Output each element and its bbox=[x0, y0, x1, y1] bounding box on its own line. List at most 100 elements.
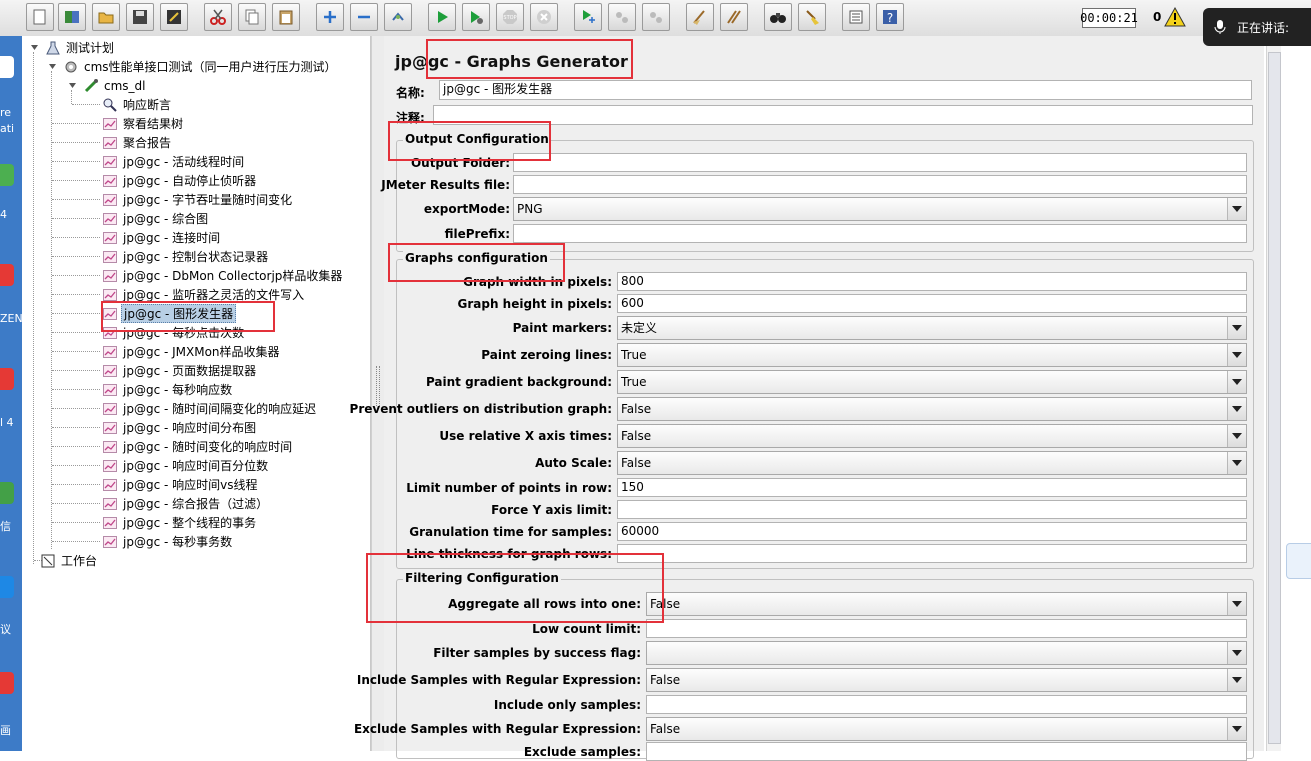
tree-node-listener[interactable]: jp@gc - DbMon Collectorjp样品收集器 bbox=[102, 266, 344, 285]
shutdown-icon[interactable] bbox=[530, 3, 558, 31]
search-binoculars-icon[interactable] bbox=[764, 3, 792, 31]
start-no-pauses-icon[interactable] bbox=[462, 3, 490, 31]
limit-points-field[interactable]: 150 bbox=[617, 478, 1247, 497]
copy-icon[interactable] bbox=[238, 3, 266, 31]
warning-icon[interactable] bbox=[1164, 6, 1186, 30]
tree-node-sampler[interactable]: cms_dl bbox=[64, 76, 148, 95]
aggregate-dropdown[interactable]: False bbox=[646, 592, 1247, 616]
expand-handle-icon[interactable] bbox=[64, 79, 80, 93]
output-folder-field[interactable] bbox=[513, 153, 1247, 172]
tree-node-test-plan[interactable]: 测试计划 bbox=[26, 38, 116, 57]
chevron-down-icon[interactable] bbox=[1227, 452, 1246, 474]
chevron-down-icon[interactable] bbox=[1227, 593, 1246, 615]
tree-node-listener[interactable]: jp@gc - 图形发生器 bbox=[102, 304, 237, 323]
tree-node-listener[interactable]: jp@gc - 连接时间 bbox=[102, 228, 222, 247]
tree-node-listener[interactable]: jp@gc - 综合报告（过滤） bbox=[102, 494, 270, 513]
tree-node-listener[interactable]: jp@gc - 每秒点击次数 bbox=[102, 323, 246, 342]
save-as-icon[interactable] bbox=[160, 3, 188, 31]
tree-node-listener[interactable]: jp@gc - 响应时间vs线程 bbox=[102, 475, 259, 494]
function-helper-icon[interactable] bbox=[842, 3, 870, 31]
remote-shutdown-icon[interactable] bbox=[642, 3, 670, 31]
paint-markers-dropdown[interactable]: 未定义 bbox=[617, 316, 1247, 340]
results-file-field[interactable] bbox=[513, 175, 1247, 194]
success-flag-dropdown[interactable] bbox=[646, 641, 1247, 665]
tree-node-workbench[interactable]: 工作台 bbox=[26, 551, 99, 570]
test-plan-tree[interactable]: 测试计划 cms性能单接口测试（同一用户进行压力测试） cms_dl 响应断言 … bbox=[22, 36, 391, 751]
tree-node-assertion[interactable]: 响应断言 bbox=[102, 95, 173, 114]
paint-zeroing-dropdown[interactable]: True bbox=[617, 343, 1247, 367]
prevent-outliers-dropdown[interactable]: False bbox=[617, 397, 1247, 421]
tree-node-listener[interactable]: jp@gc - 综合图 bbox=[102, 209, 210, 228]
tree-node-listener[interactable]: 聚合报告 bbox=[102, 133, 173, 152]
section-legend: Graphs configuration bbox=[403, 251, 550, 265]
name-field[interactable]: jp@gc - 图形发生器 bbox=[439, 80, 1252, 100]
expand-icon[interactable] bbox=[316, 3, 344, 31]
save-icon[interactable] bbox=[126, 3, 154, 31]
tree-node-listener[interactable]: jp@gc - 监听器之灵活的文件写入 bbox=[102, 285, 306, 304]
auto-scale-dropdown[interactable]: False bbox=[617, 451, 1247, 475]
splitter-grip[interactable] bbox=[376, 366, 380, 406]
exclude-regex-dropdown[interactable]: False bbox=[646, 717, 1247, 741]
paste-icon[interactable] bbox=[272, 3, 300, 31]
tree-node-listener[interactable]: jp@gc - 响应时间分布图 bbox=[102, 418, 258, 437]
chevron-down-icon[interactable] bbox=[1227, 642, 1246, 664]
remote-stop-icon[interactable] bbox=[608, 3, 636, 31]
clear-icon[interactable] bbox=[686, 3, 714, 31]
toggle-icon[interactable] bbox=[384, 3, 412, 31]
exclude-samples-field[interactable] bbox=[646, 742, 1247, 761]
tree-node-listener[interactable]: jp@gc - JMXMon样品收集器 bbox=[102, 342, 282, 361]
paint-gradient-dropdown[interactable]: True bbox=[617, 370, 1247, 394]
include-regex-dropdown[interactable]: False bbox=[646, 668, 1247, 692]
templates-icon[interactable] bbox=[58, 3, 86, 31]
line-thickness-field[interactable] bbox=[617, 544, 1247, 563]
expand-handle-icon[interactable] bbox=[26, 41, 42, 55]
open-folder-icon[interactable] bbox=[92, 3, 120, 31]
width-field[interactable]: 800 bbox=[617, 272, 1247, 291]
chevron-down-icon[interactable] bbox=[1227, 398, 1246, 420]
include-only-field[interactable] bbox=[646, 695, 1247, 714]
tree-node-listener[interactable]: 察看结果树 bbox=[102, 114, 185, 133]
chevron-down-icon[interactable] bbox=[1227, 371, 1246, 393]
stop-icon[interactable]: STOP bbox=[496, 3, 524, 31]
relative-x-dropdown[interactable]: False bbox=[617, 424, 1247, 448]
chevron-down-icon[interactable] bbox=[1227, 718, 1246, 740]
chevron-down-icon[interactable] bbox=[1227, 425, 1246, 447]
force-y-label: Force Y axis limit: bbox=[491, 503, 612, 517]
tree-node-listener[interactable]: jp@gc - 随时间变化的响应时间 bbox=[102, 437, 294, 456]
remote-start-icon[interactable] bbox=[574, 3, 602, 31]
pane-splitter[interactable] bbox=[371, 36, 385, 751]
chevron-down-icon[interactable] bbox=[1227, 669, 1246, 691]
scrollbar-thumb[interactable] bbox=[1268, 52, 1281, 744]
collapse-icon[interactable] bbox=[350, 3, 378, 31]
low-count-field[interactable] bbox=[646, 619, 1247, 638]
panel-vertical-scrollbar[interactable] bbox=[1266, 36, 1281, 751]
comment-field[interactable] bbox=[433, 105, 1253, 125]
tree-node-listener[interactable]: jp@gc - 页面数据提取器 bbox=[102, 361, 258, 380]
tree-node-listener[interactable]: jp@gc - 字节吞吐量随时间变化 bbox=[102, 190, 294, 209]
chevron-down-icon[interactable] bbox=[1227, 317, 1246, 339]
granulation-field[interactable]: 60000 bbox=[617, 522, 1247, 541]
tree-node-listener[interactable]: jp@gc - 每秒响应数 bbox=[102, 380, 234, 399]
clear-all-icon[interactable] bbox=[720, 3, 748, 31]
export-mode-dropdown[interactable]: PNG bbox=[513, 197, 1247, 221]
tree-node-listener[interactable]: jp@gc - 响应时间百分位数 bbox=[102, 456, 270, 475]
file-prefix-field[interactable] bbox=[513, 224, 1247, 243]
tree-node-listener[interactable]: jp@gc - 每秒事务数 bbox=[102, 532, 234, 551]
reset-search-broom-icon[interactable] bbox=[798, 3, 826, 31]
help-icon[interactable]: ? bbox=[876, 3, 904, 31]
tree-node-listener[interactable]: jp@gc - 随时间间隔变化的响应延迟 bbox=[102, 399, 318, 418]
tree-node-thread-group[interactable]: cms性能单接口测试（同一用户进行压力测试） bbox=[44, 57, 339, 76]
tree-node-listener[interactable]: jp@gc - 自动停止侦听器 bbox=[102, 171, 258, 190]
expand-handle-icon[interactable] bbox=[44, 60, 60, 74]
tree-node-listener[interactable]: jp@gc - 活动线程时间 bbox=[102, 152, 246, 171]
tree-node-listener[interactable]: jp@gc - 整个线程的事务 bbox=[102, 513, 258, 532]
new-icon[interactable] bbox=[26, 3, 54, 31]
chevron-down-icon[interactable] bbox=[1227, 344, 1246, 366]
cut-icon[interactable] bbox=[204, 3, 232, 31]
start-icon[interactable] bbox=[428, 3, 456, 31]
tree-node-listener[interactable]: jp@gc - 控制台状态记录器 bbox=[102, 247, 270, 266]
force-y-field[interactable] bbox=[617, 500, 1247, 519]
side-tab[interactable] bbox=[1286, 543, 1311, 579]
chevron-down-icon[interactable] bbox=[1227, 198, 1246, 220]
height-field[interactable]: 600 bbox=[617, 294, 1247, 313]
